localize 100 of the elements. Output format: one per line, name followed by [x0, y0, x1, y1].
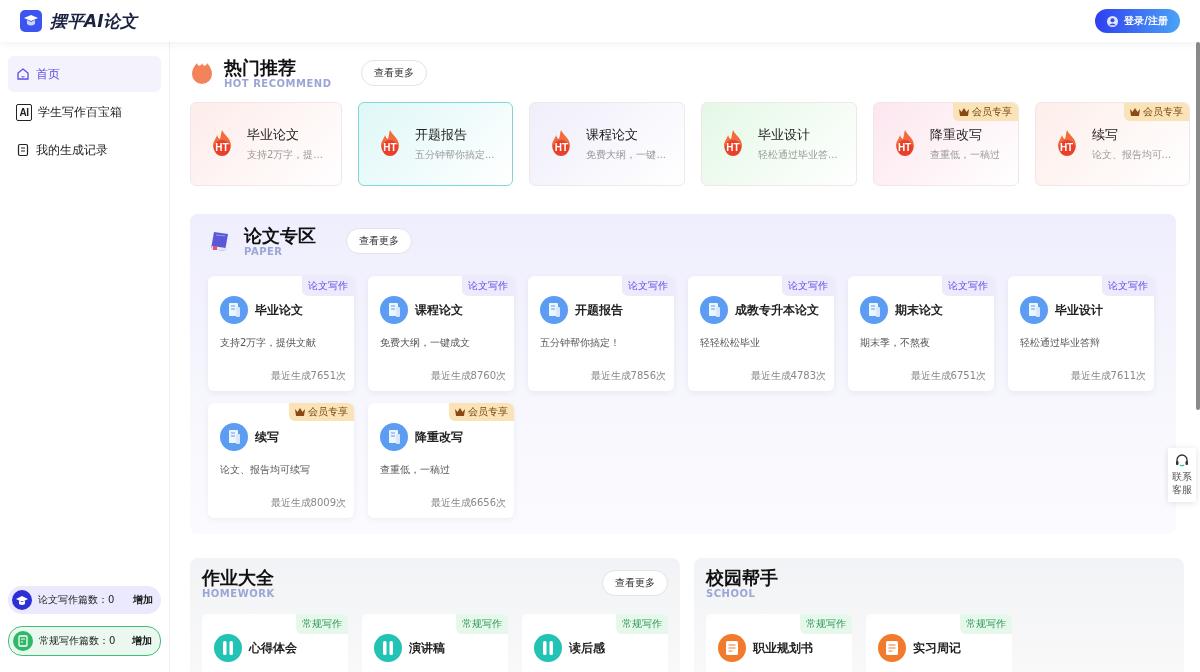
ht-label: HT: [896, 142, 913, 154]
paper-card[interactable]: 论文写作 开题报告 五分钟帮你搞定！ 最近生成7856次: [528, 276, 674, 391]
feature-card[interactable]: HT 课程论文 免费大纲，一键...: [529, 102, 685, 186]
pencil-pair-icon: [534, 634, 562, 662]
card-title: 续写: [1091, 126, 1119, 144]
card-title: 开题报告: [414, 126, 468, 144]
see-more-button[interactable]: 查看更多: [361, 60, 428, 86]
headset-icon: [1175, 454, 1189, 468]
generation-count: 最近生成6751次: [909, 369, 986, 383]
card-title: 成教专升本论文: [735, 301, 819, 319]
card-title: 期末论文: [895, 301, 943, 319]
member-label: 会员专享: [971, 105, 1012, 119]
writing-card[interactable]: 常规写作 实习周记: [866, 614, 1012, 672]
see-more-button[interactable]: 查看更多: [602, 570, 668, 596]
section-subtitle: SCHOOL: [706, 589, 757, 599]
feature-card[interactable]: HT 毕业设计 轻松通过毕业答...: [701, 102, 857, 186]
category-tag: 常规写作: [960, 614, 1012, 634]
add-button[interactable]: 增加: [133, 593, 153, 607]
card-description: 免费大纲，一键成文: [380, 336, 471, 350]
generation-count: 最近生成7651次: [269, 369, 346, 383]
card-title: 读后感: [569, 639, 605, 657]
add-button[interactable]: 增加: [132, 634, 152, 648]
card-title: 心得体会: [249, 639, 297, 657]
clipboard-icon: [718, 634, 746, 662]
pencil-pair-icon: [214, 634, 242, 662]
crown-icon: [295, 408, 305, 416]
member-label: 会员专享: [308, 405, 348, 419]
scrollbar[interactable]: [1196, 42, 1200, 410]
card-title: 课程论文: [415, 301, 463, 319]
document-icon: [220, 423, 248, 451]
category-tag: 论文写作: [1102, 276, 1154, 296]
card-title: 毕业设计: [1055, 301, 1103, 319]
count-label: 常规写作篇数：0: [39, 634, 117, 648]
card-description: 论文、报告均可续写: [220, 463, 311, 477]
generation-count: 最近生成6656次: [429, 496, 506, 510]
logo-text: 摆平AI论文: [50, 9, 138, 33]
card-title: 实习周记: [913, 639, 961, 657]
card-description: 查重低，一稿过: [380, 463, 451, 477]
feature-card[interactable]: HT 毕业论文 支持2万字，提...: [190, 102, 342, 186]
crown-icon: [455, 408, 465, 416]
card-title: 开题报告: [575, 301, 623, 319]
writing-card[interactable]: 常规写作 读后感: [522, 614, 668, 672]
pencil-pair-icon: [374, 634, 402, 662]
contact-service-button[interactable]: 联系客服: [1168, 448, 1196, 502]
generation-count: 最近生成7856次: [589, 369, 666, 383]
home-icon: [16, 67, 30, 81]
writing-card[interactable]: 常规写作 心得体会: [202, 614, 348, 672]
category-tag: 常规写作: [456, 614, 508, 634]
card-description: 期末季，不熬夜: [860, 336, 931, 350]
count-label: 论文写作篇数：0: [38, 593, 116, 607]
document-icon: [380, 423, 408, 451]
card-description: 免费大纲，一键...: [586, 148, 666, 162]
card-description: 五分钟帮你搞定...: [414, 148, 495, 162]
sidebar-item[interactable]: AI 学生写作百宝箱: [8, 94, 161, 130]
contact-label: 联系客服: [1171, 470, 1193, 496]
document-icon: [860, 296, 888, 324]
document-icon: [700, 296, 728, 324]
sidebar-item[interactable]: 首页: [8, 56, 161, 92]
document-icon: [220, 296, 248, 324]
paper-card[interactable]: 论文写作 毕业论文 支持2万字，提供文献 最近生成7651次: [208, 276, 354, 391]
graduation-cap-icon: [12, 590, 32, 610]
card-description: 支持2万字，提...: [247, 148, 323, 162]
section-title: 校园帮手: [706, 567, 778, 589]
user-icon: [1107, 15, 1119, 27]
document-icon: [1020, 296, 1048, 324]
flame-icon: [190, 61, 214, 85]
login-button[interactable]: 登录/注册: [1095, 9, 1180, 33]
notebook-icon: [16, 143, 30, 157]
see-more-button[interactable]: 查看更多: [346, 228, 412, 254]
sidebar-item[interactable]: 我的生成记录: [8, 132, 161, 168]
document-icon: [540, 296, 568, 324]
crown-icon: [1130, 108, 1141, 116]
card-description: 轻轻松松毕业: [700, 336, 761, 350]
category-tag: 论文写作: [622, 276, 674, 296]
category-tag: 常规写作: [800, 614, 852, 634]
section-subtitle: HOT RECOMMEND: [224, 79, 332, 89]
paper-card[interactable]: 会员专享 降重改写 查重低，一稿过 最近生成6656次: [368, 403, 514, 518]
feature-card[interactable]: 会员专享 HT 续写 论文、报告均可...: [1034, 102, 1191, 186]
feature-card[interactable]: HT 开题报告 五分钟帮你搞定...: [357, 102, 514, 186]
clipboard-icon: [878, 634, 906, 662]
paper-card[interactable]: 论文写作 成教专升本论文 轻轻松松毕业 最近生成4783次: [688, 276, 834, 391]
paper-card[interactable]: 论文写作 课程论文 免费大纲，一键成文 最近生成8760次: [368, 276, 514, 391]
paper-card[interactable]: 论文写作 期末论文 期末季，不熬夜 最近生成6751次: [848, 276, 994, 391]
card-title: 降重改写: [929, 126, 983, 144]
section-subtitle: HOMEWORK: [202, 589, 275, 599]
section-subtitle: PAPER: [244, 247, 284, 257]
writing-card[interactable]: 常规写作 演讲稿: [362, 614, 508, 672]
card-title: 续写: [255, 428, 279, 446]
card-description: 五分钟帮你搞定！: [540, 336, 621, 350]
writing-card[interactable]: 常规写作 职业规划书: [706, 614, 852, 672]
ht-label: HT: [1058, 142, 1075, 154]
paper-card[interactable]: 论文写作 毕业设计 轻松通过毕业答辩 最近生成7611次: [1008, 276, 1154, 391]
category-tag: 论文写作: [942, 276, 994, 296]
card-title: 降重改写: [415, 428, 463, 446]
generation-count: 最近生成7611次: [1069, 369, 1146, 383]
card-description: 支持2万字，提供文献: [220, 336, 318, 350]
member-label: 会员专享: [468, 405, 508, 419]
generation-count: 最近生成8760次: [429, 369, 506, 383]
generation-count: 最近生成8009次: [269, 496, 346, 510]
paper-card[interactable]: 会员专享 续写 论文、报告均可续写 最近生成8009次: [208, 403, 354, 518]
